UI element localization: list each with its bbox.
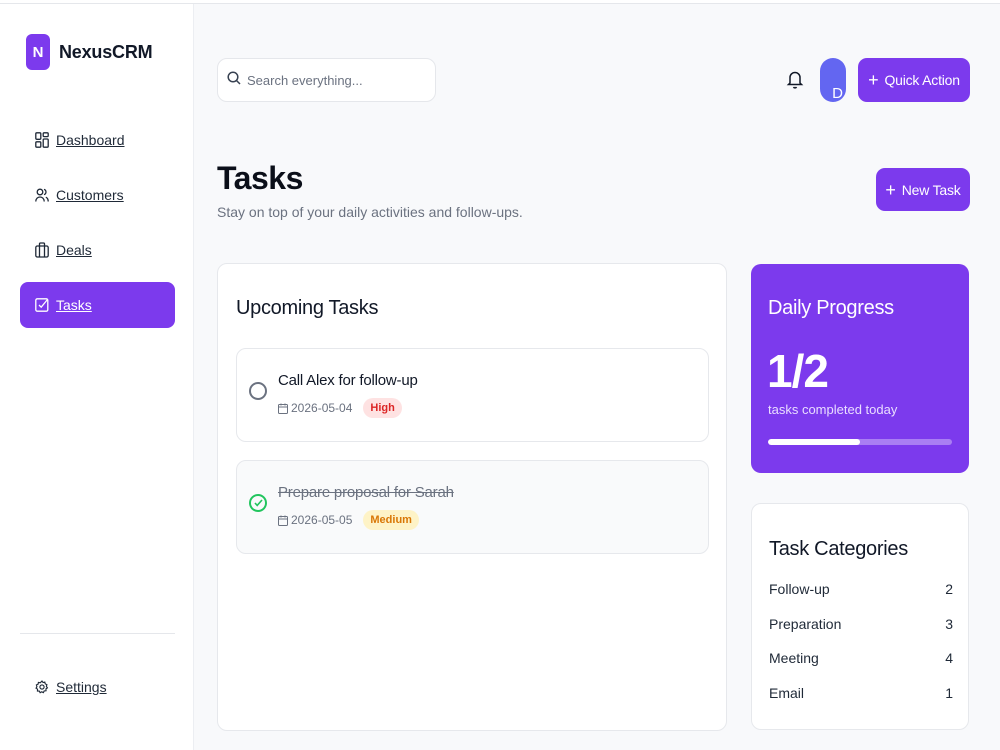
progress-bar (768, 439, 952, 445)
search-box[interactable] (217, 58, 436, 102)
category-label: Follow-up (769, 581, 830, 597)
brand-logo: N (26, 34, 50, 70)
briefcase-icon (35, 242, 49, 258)
progress-bar-fill (768, 439, 860, 445)
category-count: 3 (945, 615, 953, 632)
category-label: Meeting (769, 650, 819, 666)
category-label: Preparation (769, 615, 842, 632)
plus-icon: + (868, 70, 879, 90)
task-meta: 2026-05-05 Medium (278, 510, 419, 530)
daily-progress-card: Daily Progress 1/2 tasks completed today (751, 264, 969, 473)
task-categories-card: Task Categories Follow-up 2 Preparation … (751, 503, 969, 730)
category-row: Meeting 4 (769, 650, 953, 685)
category-count: 1 (945, 684, 953, 701)
daily-progress-title: Daily Progress (768, 297, 894, 319)
sidebar-item-label: Dashboard (56, 132, 125, 148)
sidebar-item-label: Tasks (56, 297, 92, 313)
quick-action-button[interactable]: + Quick Action (858, 58, 970, 102)
sidebar-item-label: Settings (56, 679, 107, 695)
task-item[interactable]: Prepare proposal for Sarah 2026-05-05 Me… (236, 460, 709, 554)
page-subtitle: Stay on top of your daily activities and… (217, 204, 523, 220)
upcoming-tasks-card: Upcoming Tasks Call Alex for follow-up 2… (217, 263, 727, 731)
page-title: Tasks (217, 160, 303, 196)
calendar-icon (278, 515, 288, 526)
category-count: 2 (945, 581, 953, 597)
task-title: Call Alex for follow-up (278, 372, 418, 389)
check-icon (253, 499, 263, 507)
gear-icon (35, 679, 49, 695)
search-icon (227, 70, 241, 90)
task-date: 2026-05-05 (291, 513, 353, 527)
sidebar-item-tasks[interactable]: Tasks (20, 282, 175, 328)
task-categories-title: Task Categories (769, 538, 908, 560)
progress-caption: tasks completed today (768, 402, 898, 417)
category-label: Email (769, 684, 805, 701)
notification-bell-icon[interactable] (786, 68, 804, 90)
new-task-label: New Task (901, 181, 961, 198)
category-row: Email 1 (769, 685, 953, 720)
avatar[interactable]: D (820, 58, 846, 102)
checkbox-icon (35, 297, 49, 313)
task-title: Prepare proposal for Sarah (278, 484, 454, 501)
sidebar-divider (20, 633, 175, 634)
category-list: Follow-up 2 Preparation 3 Meeting 4 Emai… (769, 581, 953, 719)
sidebar-item-dashboard[interactable]: Dashboard (20, 117, 175, 163)
brand-name: NexusCRM (59, 41, 153, 62)
task-item[interactable]: Call Alex for follow-up 2026-05-04 High (236, 348, 709, 442)
quick-action-label: Quick Action (884, 72, 960, 88)
progress-value: 1/2 (767, 345, 829, 397)
priority-badge: High (363, 398, 402, 418)
dashboard-icon (35, 132, 49, 148)
new-task-button[interactable]: + New Task (876, 168, 970, 211)
task-checkbox[interactable] (249, 382, 267, 400)
window-top-border (0, 0, 1000, 4)
sidebar: N NexusCRM Dashboard Customers Deals Tas… (0, 0, 194, 750)
category-row: Follow-up 2 (769, 581, 953, 616)
calendar-icon (278, 403, 288, 414)
priority-badge: Medium (363, 510, 419, 530)
task-date: 2026-05-04 (291, 401, 353, 415)
task-meta: 2026-05-04 High (278, 398, 402, 418)
users-icon (35, 187, 49, 203)
sidebar-item-label: Deals (56, 242, 92, 258)
plus-icon: + (885, 179, 896, 200)
search-input[interactable] (247, 72, 427, 88)
sidebar-item-label: Customers (56, 187, 124, 203)
category-count: 4 (945, 650, 953, 666)
sidebar-nav: Dashboard Customers Deals Tasks (20, 117, 175, 337)
brand[interactable]: N NexusCRM (26, 34, 153, 70)
upcoming-tasks-title: Upcoming Tasks (236, 297, 379, 319)
category-row: Preparation 3 (769, 616, 953, 651)
sidebar-item-customers[interactable]: Customers (20, 172, 175, 218)
task-checkbox-checked[interactable] (249, 494, 267, 512)
sidebar-item-deals[interactable]: Deals (20, 227, 175, 273)
sidebar-item-settings[interactable]: Settings (20, 664, 175, 710)
